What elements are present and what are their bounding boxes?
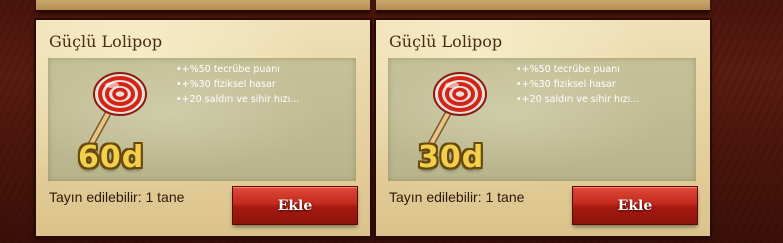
previous-card-bottom-edge (376, 0, 710, 12)
assignable-count: Tayın edilebilir: 1 tane (49, 189, 185, 205)
duration-label: 60d (78, 140, 145, 175)
add-button[interactable]: Ekle (573, 187, 697, 224)
add-button[interactable]: Ekle (233, 187, 357, 224)
assignable-count: Tayın edilebilir: 1 tane (389, 189, 525, 205)
bonus-item: +%30 fiziksel hasar (176, 77, 351, 92)
bonus-item: +%50 tecrübe puanı (176, 62, 351, 77)
bonus-list: +%50 tecrübe puanı +%30 fiziksel hasar +… (176, 62, 351, 107)
item-title: Güçlü Lolipop (389, 32, 503, 51)
item-panel: 30d +%50 tecrübe puanı +%30 fiziksel has… (388, 58, 696, 181)
item-title: Güçlü Lolipop (49, 32, 163, 51)
bonus-item: +%30 fiziksel hasar (516, 77, 691, 92)
lollipop-icon (86, 72, 147, 148)
item-card: Güçlü Lolipop 30d +%50 tecrübe puanı +%3… (376, 20, 710, 236)
bonus-item: +20 saldırı ve sihir hızı... (176, 92, 351, 107)
duration-label: 30d (418, 140, 485, 175)
item-card: Güçlü Lolipop 60d +%50 tecrübe puanı +%3… (36, 20, 370, 236)
lollipop-icon (426, 72, 487, 148)
bonus-item: +%50 tecrübe puanı (516, 62, 691, 77)
item-panel: 60d +%50 tecrübe puanı +%30 fiziksel has… (48, 58, 356, 181)
previous-card-bottom-edge (36, 0, 370, 12)
bonus-list: +%50 tecrübe puanı +%30 fiziksel hasar +… (516, 62, 691, 107)
bonus-item: +20 saldırı ve sihir hızı... (516, 92, 691, 107)
